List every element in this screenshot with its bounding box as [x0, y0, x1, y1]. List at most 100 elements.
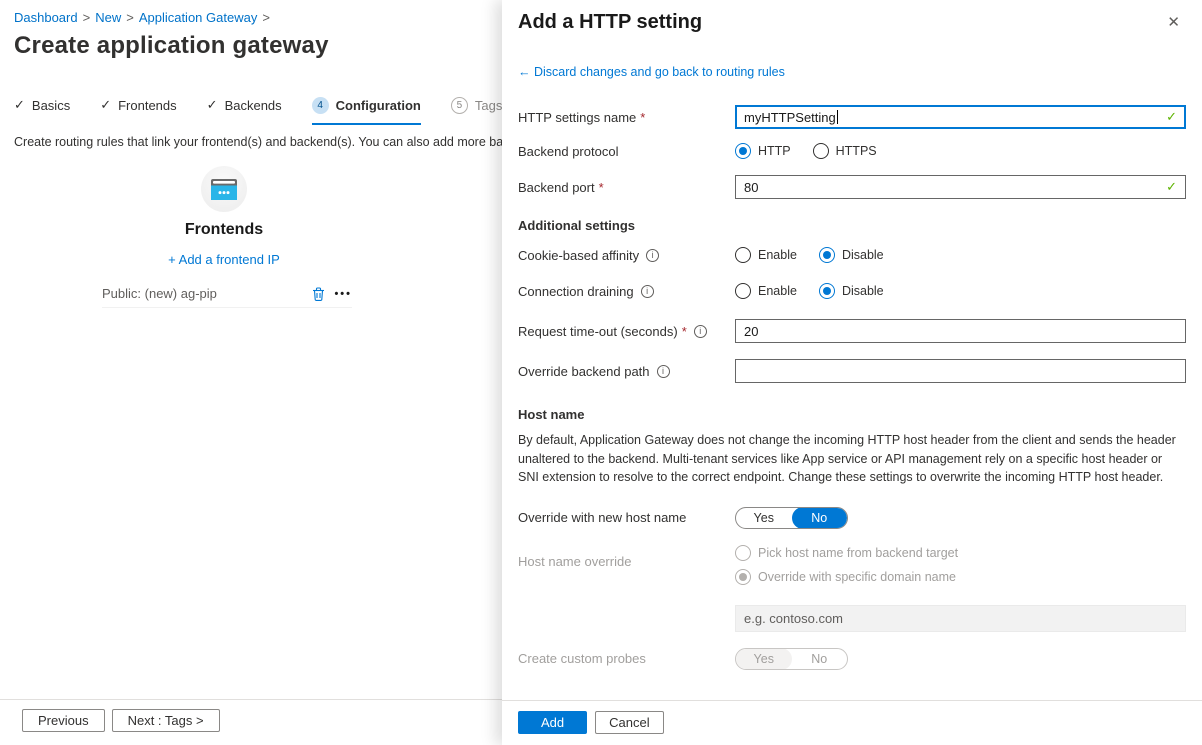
backend-protocol-row: Backend protocol HTTP HTTPS: [518, 143, 1186, 159]
text-caret: [837, 110, 838, 124]
additional-settings-heading: Additional settings: [518, 218, 1186, 233]
create-gateway-page: Dashboard>New>Application Gateway> Creat…: [0, 0, 502, 745]
radio-cookie-enable[interactable]: Enable: [735, 247, 797, 263]
required-asterisk: *: [599, 180, 604, 195]
tab-basics[interactable]: ✓ Basics: [14, 97, 70, 122]
browser-window-icon: [211, 179, 237, 200]
override-backend-path-label: Override backend path i: [518, 364, 735, 379]
override-host-name-label: Override with new host name: [518, 510, 735, 525]
panel-title: Add a HTTP setting: [518, 11, 702, 34]
radio-button-icon: [735, 545, 751, 561]
panel-footer: Add Cancel: [502, 700, 1202, 745]
radio-pick-host-name: Pick host name from backend target: [735, 545, 958, 561]
domain-name-input: e.g. contoso.com: [735, 605, 1186, 632]
tab-frontends[interactable]: ✓ Frontends: [100, 97, 176, 122]
required-asterisk: *: [640, 110, 645, 125]
custom-probes-row: Create custom probes Yes No: [518, 648, 1186, 670]
request-timeout-row: Request time-out (seconds) * i 20: [518, 319, 1186, 343]
add-http-setting-panel: Add a HTTP setting ✕ ← Discard changes a…: [502, 0, 1202, 745]
info-icon[interactable]: i: [694, 325, 707, 338]
check-icon: ✓: [100, 97, 111, 113]
radio-draining-enable[interactable]: Enable: [735, 283, 797, 299]
http-settings-name-row: HTTP settings name * myHTTPSetting ✓: [518, 105, 1186, 129]
toggle-no[interactable]: No: [792, 507, 848, 529]
radio-button-icon: [813, 143, 829, 159]
host-name-heading: Host name: [518, 407, 1186, 422]
backend-protocol-label: Backend protocol: [518, 144, 735, 159]
frontends-title: Frontends: [84, 221, 364, 239]
breadcrumb-new[interactable]: New: [95, 10, 121, 25]
add-frontend-ip-link[interactable]: + Add a frontend IP: [168, 252, 280, 267]
override-host-name-row: Override with new host name Yes No: [518, 507, 1186, 529]
add-button[interactable]: Add: [518, 711, 587, 734]
tab-tags: 5 Tags: [451, 97, 502, 123]
frontends-card: Frontends + Add a frontend IP Public: (n…: [84, 166, 364, 308]
cookie-affinity-label: Cookie-based affinity i: [518, 248, 735, 263]
panel-header: Add a HTTP setting ✕: [502, 0, 1202, 34]
host-name-description: By default, Application Gateway does not…: [518, 431, 1182, 487]
screen: Dashboard > New > Application Gateway > Creat…: [0, 0, 1202, 745]
breadcrumb-separator: >: [262, 10, 270, 25]
configuration-description: Create routing rules that link your fron…: [14, 135, 514, 149]
radio-button-icon: [735, 143, 751, 159]
cookie-affinity-row: Cookie-based affinity i Enable Disable: [518, 247, 1186, 263]
custom-probes-toggle: Yes No: [735, 648, 848, 670]
check-icon: ✓: [14, 97, 25, 113]
toggle-yes: Yes: [736, 648, 792, 670]
valid-check-icon: ✓: [1166, 179, 1177, 195]
info-icon[interactable]: i: [641, 285, 654, 298]
info-icon[interactable]: i: [646, 249, 659, 262]
back-arrow-icon: ←: [518, 65, 531, 79]
breadcrumb-separator: >: [126, 10, 134, 25]
radio-override-domain: Override with specific domain name: [735, 569, 958, 585]
override-backend-path-input[interactable]: [735, 359, 1186, 383]
required-asterisk: *: [682, 324, 687, 339]
toggle-no: No: [792, 648, 848, 670]
breadcrumb: Dashboard > New > Application Gateway >: [14, 10, 502, 25]
panel-body: ← Discard changes and go back to routing…: [502, 34, 1202, 700]
radio-draining-disable[interactable]: Disable: [819, 283, 884, 299]
override-host-name-toggle[interactable]: Yes No: [735, 507, 848, 529]
frontend-item-menu-icon[interactable]: •••: [334, 288, 352, 300]
request-timeout-label: Request time-out (seconds) * i: [518, 324, 735, 339]
frontend-item-row: Public: (new) ag-pip •••: [102, 286, 352, 308]
tab-configuration[interactable]: 4 Configuration: [312, 97, 421, 125]
request-timeout-input[interactable]: 20: [735, 319, 1186, 343]
previous-button[interactable]: Previous: [22, 709, 105, 732]
delete-frontend-icon[interactable]: [312, 287, 325, 301]
toggle-yes[interactable]: Yes: [736, 507, 792, 529]
discard-changes-link[interactable]: ← Discard changes and go back to routing…: [518, 65, 785, 79]
backend-port-row: Backend port * 80 ✓: [518, 175, 1186, 199]
breadcrumb-dashboard[interactable]: Dashboard: [14, 10, 78, 25]
custom-probes-label: Create custom probes: [518, 651, 735, 666]
radio-https[interactable]: HTTPS: [813, 143, 877, 159]
host-name-override-row: Host name override Pick host name from b…: [518, 545, 1186, 585]
radio-button-icon: [819, 283, 835, 299]
cancel-button[interactable]: Cancel: [595, 711, 663, 734]
http-settings-name-input[interactable]: myHTTPSetting ✓: [735, 105, 1186, 129]
domain-name-row: e.g. contoso.com: [518, 605, 1186, 632]
connection-draining-row: Connection draining i Enable Disable: [518, 283, 1186, 299]
override-backend-path-row: Override backend path i: [518, 359, 1186, 383]
info-icon[interactable]: i: [657, 365, 670, 378]
close-icon[interactable]: ✕: [1161, 11, 1186, 33]
backend-port-label: Backend port *: [518, 180, 735, 195]
breadcrumb-application-gateway[interactable]: Application Gateway: [139, 10, 258, 25]
frontend-item-label: Public: (new) ag-pip: [102, 286, 217, 301]
http-settings-name-label: HTTP settings name *: [518, 110, 735, 125]
breadcrumb-separator: >: [83, 10, 91, 25]
connection-draining-label: Connection draining i: [518, 284, 735, 299]
step-number-badge: 5: [451, 97, 468, 114]
radio-http[interactable]: HTTP: [735, 143, 791, 159]
host-name-override-label: Host name override: [518, 554, 735, 569]
radio-button-icon: [735, 247, 751, 263]
next-tags-button[interactable]: Next : Tags >: [112, 709, 220, 732]
valid-check-icon: ✓: [1166, 109, 1177, 125]
tab-backends[interactable]: ✓ Backends: [207, 97, 282, 122]
radio-button-icon: [735, 283, 751, 299]
step-number-badge: 4: [312, 97, 329, 114]
radio-button-icon: [819, 247, 835, 263]
radio-cookie-disable[interactable]: Disable: [819, 247, 884, 263]
wizard-footer: Previous Next : Tags >: [0, 699, 502, 745]
backend-port-input[interactable]: 80 ✓: [735, 175, 1186, 199]
